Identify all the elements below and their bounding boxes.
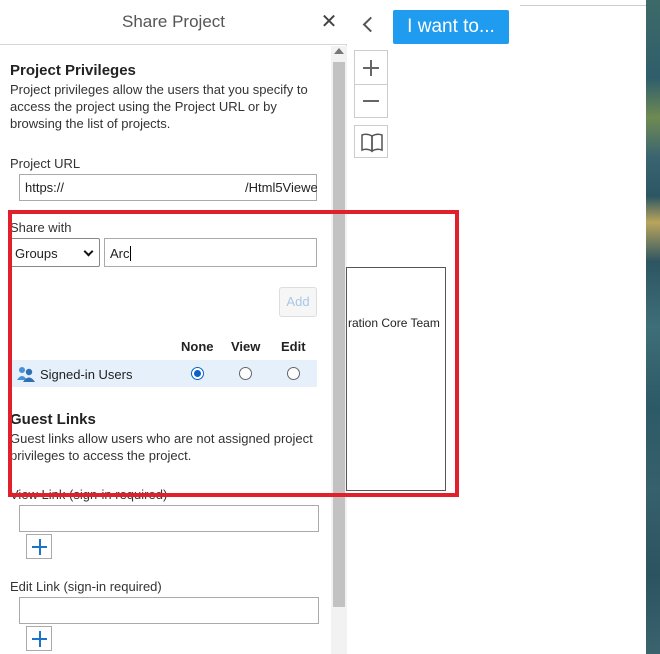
minus-icon[interactable] bbox=[363, 100, 379, 102]
panel-title: Share Project bbox=[122, 12, 225, 31]
edit-link-field[interactable] bbox=[19, 597, 319, 624]
project-url-label: Project URL bbox=[10, 156, 81, 171]
book-button[interactable] bbox=[354, 125, 388, 158]
chevron-left-icon[interactable] bbox=[354, 10, 384, 40]
project-url-start: https:// bbox=[25, 180, 65, 195]
view-link-field[interactable] bbox=[19, 505, 319, 532]
project-url-end: /Html5Viewer bbox=[245, 180, 317, 195]
highlight-annotation bbox=[8, 210, 459, 497]
map-imagery[interactable] bbox=[646, 0, 660, 654]
plus-icon[interactable] bbox=[370, 60, 372, 76]
scroll-up-arrow-icon[interactable] bbox=[334, 48, 344, 54]
panel-header: Share Project ✕ bbox=[0, 0, 347, 45]
edit-link-label: Edit Link (sign-in required) bbox=[10, 579, 162, 594]
divider bbox=[520, 5, 648, 6]
project-privileges-description: Project privileges allow the users that … bbox=[10, 82, 308, 131]
plus-icon[interactable] bbox=[26, 534, 52, 559]
project-privileges-heading: Project Privileges bbox=[10, 62, 136, 79]
close-icon[interactable]: ✕ bbox=[319, 11, 339, 33]
i-want-to-button[interactable]: I want to... bbox=[393, 10, 509, 44]
plus-icon[interactable] bbox=[26, 626, 52, 651]
zoom-divider bbox=[354, 84, 388, 85]
project-url-field[interactable]: https:// /Html5Viewer bbox=[19, 174, 317, 201]
book-icon bbox=[361, 133, 383, 153]
